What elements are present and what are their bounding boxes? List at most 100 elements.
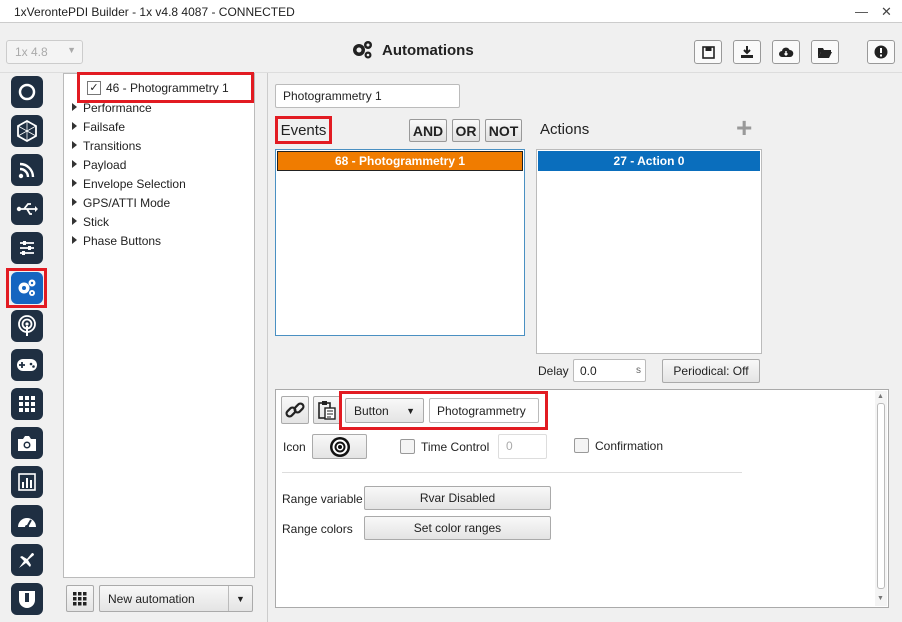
not-button[interactable]: NOT bbox=[485, 119, 522, 142]
folder-open-icon bbox=[818, 47, 832, 58]
scrollbar-thumb[interactable] bbox=[877, 403, 885, 589]
sidebar-item-power[interactable] bbox=[11, 76, 43, 108]
hexagon-icon bbox=[17, 120, 37, 142]
expand-arrow-icon[interactable] bbox=[72, 103, 77, 111]
window-title: 1xVerontePDI Builder - 1x v4.8 4087 - CO… bbox=[14, 5, 295, 19]
close-icon[interactable]: ✕ bbox=[881, 4, 892, 20]
paste-button[interactable] bbox=[313, 396, 341, 424]
icon-picker-button[interactable] bbox=[312, 434, 367, 459]
sidebar-highlight bbox=[6, 268, 47, 308]
expand-arrow-icon[interactable] bbox=[72, 122, 77, 130]
type-value: Button bbox=[354, 403, 389, 418]
minimize-icon[interactable]: — bbox=[855, 4, 868, 19]
and-button[interactable]: AND bbox=[409, 119, 447, 142]
events-label: Events bbox=[280, 121, 327, 139]
button-name-input[interactable] bbox=[429, 398, 539, 423]
events-label-box: Events bbox=[275, 116, 332, 144]
scroll-down-icon[interactable]: ▼ bbox=[877, 595, 884, 602]
delay-label: Delay bbox=[538, 364, 569, 378]
sidebar-item-chart[interactable] bbox=[11, 466, 43, 498]
tree-item-failsafe[interactable]: Failsafe bbox=[72, 120, 125, 134]
cloud-download-button[interactable] bbox=[772, 40, 800, 64]
info-icon bbox=[874, 45, 888, 59]
chevron-down-icon[interactable]: ▼ bbox=[228, 586, 252, 611]
tree-item-performance[interactable]: Performance bbox=[72, 101, 152, 115]
action-item[interactable]: 27 - Action 0 bbox=[538, 151, 760, 171]
expand-arrow-icon[interactable] bbox=[72, 160, 77, 168]
actions-label: Actions bbox=[540, 121, 590, 138]
link-button[interactable] bbox=[281, 396, 309, 424]
time-control-input[interactable]: 0 bbox=[498, 434, 547, 459]
color-ranges-button[interactable]: Set color ranges bbox=[364, 516, 551, 540]
expand-arrow-icon[interactable] bbox=[72, 236, 77, 244]
plane-icon bbox=[19, 553, 34, 568]
range-colors-label: Range colors bbox=[282, 522, 353, 536]
expand-arrow-icon[interactable] bbox=[72, 217, 77, 225]
time-control-label: Time Control bbox=[421, 440, 490, 454]
version-select[interactable]: 1x 4.8 ▼ bbox=[6, 40, 83, 64]
page-title-text: Automations bbox=[382, 41, 474, 59]
tree-item-selected[interactable]: ✓ 46 - Photogrammetry 1 bbox=[77, 72, 254, 103]
checkbox-checked[interactable]: ✓ bbox=[87, 81, 101, 95]
panel-divider bbox=[267, 73, 268, 622]
sidebar-item-broadcast[interactable] bbox=[11, 310, 43, 342]
sidebar-item-gamepad[interactable] bbox=[11, 349, 43, 381]
delay-value: 0.0 bbox=[580, 364, 597, 378]
scrollbar[interactable]: ▲ ▼ bbox=[875, 391, 887, 606]
sidebar-item-grid[interactable] bbox=[11, 388, 43, 420]
info-button[interactable] bbox=[867, 40, 895, 64]
delay-unit: s bbox=[636, 365, 641, 376]
download-button[interactable] bbox=[733, 40, 761, 64]
event-item[interactable]: 68 - Photogrammetry 1 bbox=[277, 151, 523, 171]
shield-icon bbox=[19, 591, 35, 608]
events-list: 68 - Photogrammetry 1 bbox=[275, 149, 525, 336]
grid-icon bbox=[19, 396, 35, 412]
sidebar-item-camera[interactable] bbox=[11, 427, 43, 459]
sidebar-item-shield[interactable] bbox=[11, 583, 43, 615]
tree-item-transitions[interactable]: Transitions bbox=[72, 139, 141, 153]
rss-icon bbox=[18, 162, 35, 179]
tree-item-stick[interactable]: Stick bbox=[72, 215, 109, 229]
sidebar-item-plane[interactable] bbox=[11, 544, 43, 576]
save-icon bbox=[701, 45, 715, 59]
delay-input[interactable]: 0.0 s bbox=[573, 359, 646, 382]
automation-tree: Performance Failsafe Transitions Payload… bbox=[63, 73, 255, 578]
open-folder-button[interactable] bbox=[811, 40, 839, 64]
scroll-up-icon[interactable]: ▲ bbox=[877, 393, 884, 400]
automation-name-input[interactable] bbox=[275, 84, 460, 108]
gears-icon bbox=[353, 41, 372, 59]
sidebar-item-hexagon[interactable] bbox=[11, 115, 43, 147]
expand-arrow-icon[interactable] bbox=[72, 198, 77, 206]
expand-arrow-icon[interactable] bbox=[72, 179, 77, 187]
sidebar-item-sliders[interactable] bbox=[11, 232, 43, 264]
rvar-button[interactable]: Rvar Disabled bbox=[364, 486, 551, 510]
tree-item-envelope-selection[interactable]: Envelope Selection bbox=[72, 177, 186, 191]
usb-icon bbox=[16, 203, 38, 215]
add-action-icon[interactable]: + bbox=[736, 114, 752, 142]
sidebar-item-gauge[interactable] bbox=[11, 505, 43, 537]
chart-icon bbox=[18, 473, 36, 491]
tree-item-payload[interactable]: Payload bbox=[72, 158, 126, 172]
grid-view-button[interactable] bbox=[66, 585, 94, 612]
time-control-checkbox[interactable] bbox=[400, 439, 415, 454]
expand-arrow-icon[interactable] bbox=[72, 141, 77, 149]
cloud-download-icon bbox=[779, 47, 794, 57]
type-select[interactable]: Button ▼ bbox=[345, 398, 424, 423]
or-button[interactable]: OR bbox=[452, 119, 480, 142]
title-bar: 1xVerontePDI Builder - 1x v4.8 4087 - CO… bbox=[0, 0, 902, 23]
range-variable-label: Range variable bbox=[282, 492, 363, 506]
sidebar-item-usb[interactable] bbox=[11, 193, 43, 225]
save-button[interactable] bbox=[694, 40, 722, 64]
periodical-button[interactable]: Periodical: Off bbox=[662, 359, 760, 383]
tree-item-gps-atti-mode[interactable]: GPS/ATTI Mode bbox=[72, 196, 170, 210]
grid-icon bbox=[73, 591, 87, 605]
sidebar-item-rss[interactable] bbox=[11, 154, 43, 186]
power-icon bbox=[18, 83, 36, 101]
link-icon bbox=[285, 402, 305, 418]
confirmation-checkbox[interactable] bbox=[574, 438, 589, 453]
tree-item-phase-buttons[interactable]: Phase Buttons bbox=[72, 234, 161, 248]
new-automation-select[interactable]: New automation ▼ bbox=[99, 585, 253, 612]
divider bbox=[282, 472, 742, 473]
chevron-down-icon: ▼ bbox=[406, 406, 415, 416]
camera-icon bbox=[18, 435, 36, 451]
